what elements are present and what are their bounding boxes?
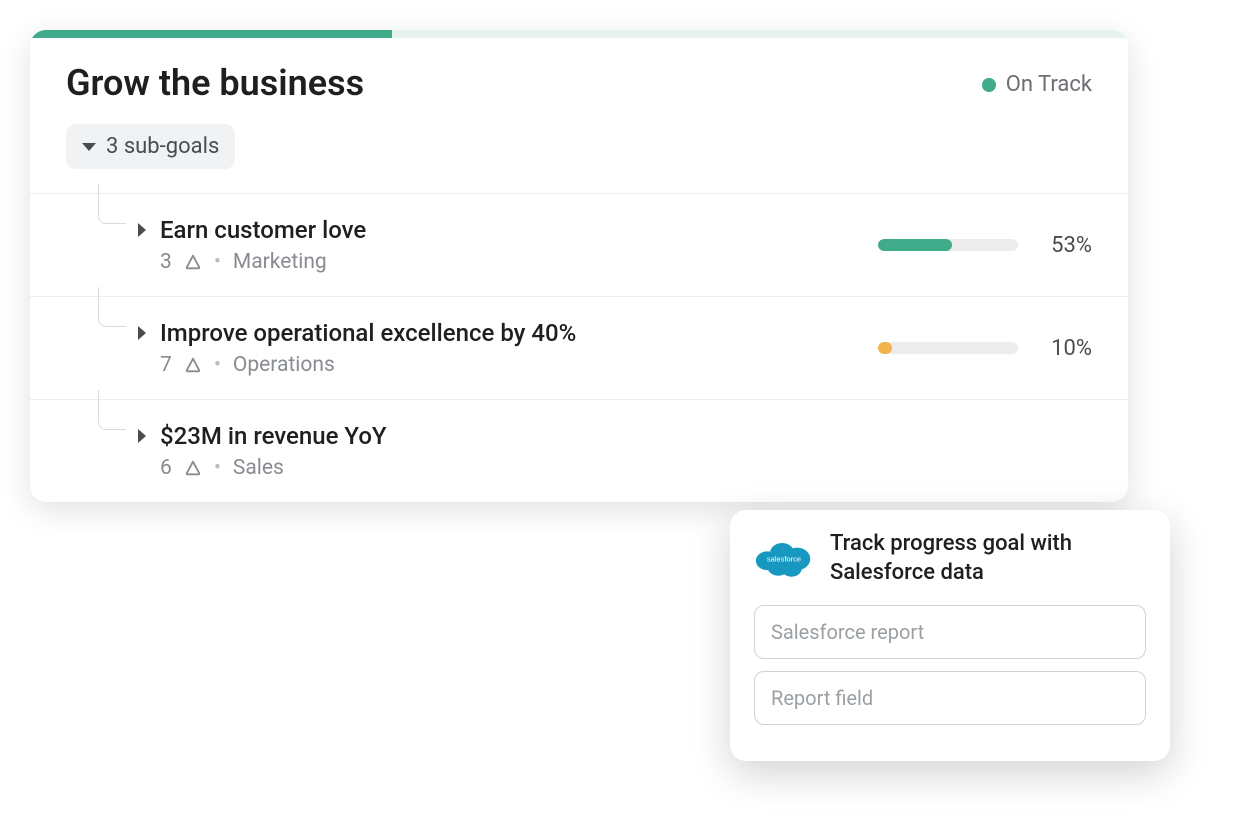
report-field-input[interactable] bbox=[754, 671, 1146, 725]
header-progress-track bbox=[30, 30, 1128, 38]
subgoal-title: Improve operational excellence by 40% bbox=[160, 319, 576, 347]
subgoal-title: Earn customer love bbox=[160, 216, 366, 244]
subgoal-row[interactable]: Improve operational excellence by 40% 7 … bbox=[30, 296, 1128, 399]
subgoals-toggle[interactable]: 3 sub-goals bbox=[66, 124, 235, 169]
caret-right-icon[interactable] bbox=[138, 326, 146, 340]
salesforce-logo-icon: salesforce bbox=[754, 536, 814, 582]
subgoal-progress: 10% bbox=[852, 336, 1092, 361]
subgoal-row[interactable]: $23M in revenue YoY 6 • Sales bbox=[30, 399, 1128, 502]
subgoal-content: $23M in revenue YoY 6 • Sales bbox=[66, 422, 852, 480]
caret-down-icon bbox=[82, 143, 96, 151]
status-badge: On Track bbox=[982, 62, 1092, 97]
salesforce-popover: salesforce Track progress goal with Sale… bbox=[730, 510, 1170, 761]
subgoal-team: Operations bbox=[233, 353, 335, 377]
progress-percent: 53% bbox=[1038, 233, 1092, 258]
progress-bar-track bbox=[878, 239, 1018, 251]
header-progress-fill bbox=[30, 30, 392, 38]
svg-text:salesforce: salesforce bbox=[767, 554, 801, 563]
tree-connector-icon bbox=[98, 184, 126, 224]
tree-connector-icon bbox=[98, 287, 126, 327]
subgoals-count-label: 3 sub-goals bbox=[106, 134, 219, 159]
popover-title: Track progress goal with Salesforce data bbox=[830, 530, 1146, 587]
triangle-icon bbox=[184, 253, 202, 271]
card-header: Grow the business On Track bbox=[30, 38, 1128, 112]
separator-dot: • bbox=[214, 250, 221, 274]
subgoal-content: Earn customer love 3 • Marketing bbox=[66, 216, 852, 274]
subgoal-content: Improve operational excellence by 40% 7 … bbox=[66, 319, 852, 377]
subgoal-team: Marketing bbox=[233, 250, 327, 274]
goal-title: Grow the business bbox=[66, 62, 364, 104]
caret-right-icon[interactable] bbox=[138, 429, 146, 443]
status-dot-icon bbox=[982, 78, 996, 92]
separator-dot: • bbox=[214, 456, 221, 480]
subgoal-progress: 53% bbox=[852, 233, 1092, 258]
tree-connector-icon bbox=[98, 390, 126, 430]
progress-percent: 10% bbox=[1038, 336, 1092, 361]
triangle-icon bbox=[184, 356, 202, 374]
progress-bar-track bbox=[878, 342, 1018, 354]
subgoal-team: Sales bbox=[233, 456, 284, 480]
subgoal-title: $23M in revenue YoY bbox=[160, 422, 387, 450]
separator-dot: • bbox=[214, 353, 221, 377]
popover-header: salesforce Track progress goal with Sale… bbox=[754, 530, 1146, 587]
subgoal-count: 7 bbox=[160, 353, 172, 377]
subgoal-count: 6 bbox=[160, 456, 172, 480]
caret-right-icon[interactable] bbox=[138, 223, 146, 237]
status-label: On Track bbox=[1006, 72, 1092, 97]
salesforce-report-input[interactable] bbox=[754, 605, 1146, 659]
goal-card: Grow the business On Track 3 sub-goals E… bbox=[30, 30, 1128, 502]
progress-bar-fill bbox=[878, 239, 952, 251]
subgoal-count: 3 bbox=[160, 250, 172, 274]
progress-bar-fill bbox=[878, 342, 892, 354]
subgoal-list: Earn customer love 3 • Marketing 53% bbox=[30, 193, 1128, 502]
triangle-icon bbox=[184, 459, 202, 477]
subgoal-row[interactable]: Earn customer love 3 • Marketing 53% bbox=[30, 193, 1128, 296]
